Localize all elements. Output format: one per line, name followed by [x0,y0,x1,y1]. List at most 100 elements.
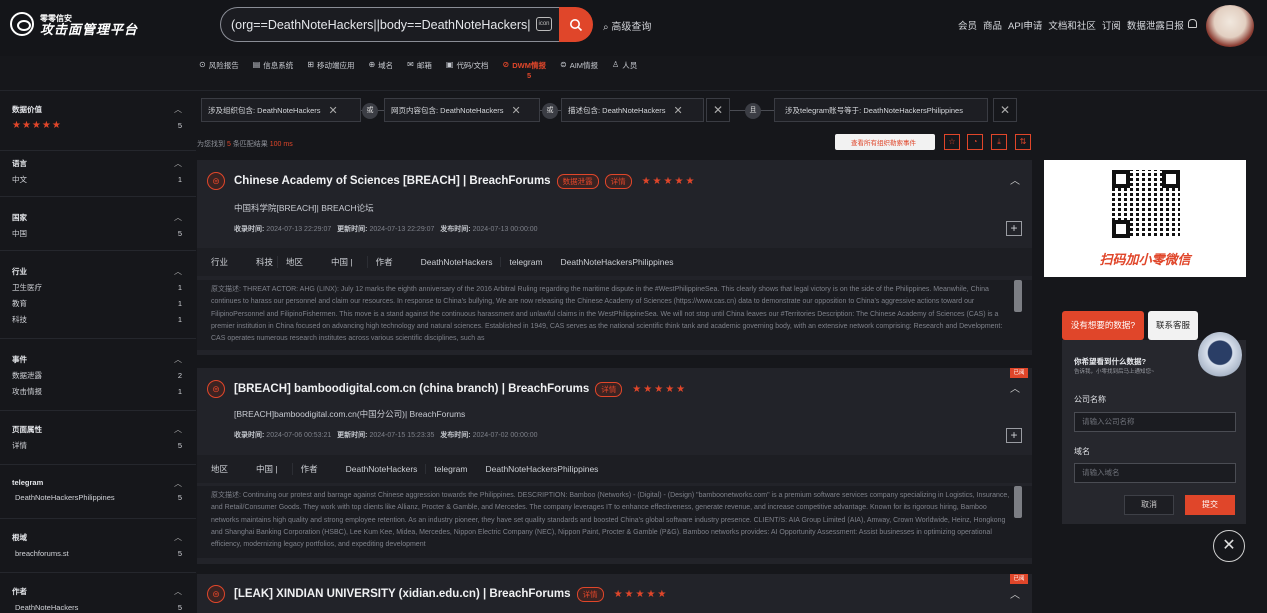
chevron-up-icon[interactable]: ︿ [174,354,182,365]
expand-icon[interactable]: + [1006,428,1022,443]
facet-item[interactable]: DeathNoteHackersPhilippines 5 [12,491,182,503]
star-icon[interactable]: ☆ [944,134,960,150]
search-button[interactable] [559,7,593,42]
facet-item[interactable]: 攻击情报 1 [12,385,182,397]
domain-input[interactable]: 请输入域名 [1074,463,1236,483]
tab-label: 风险报告 [208,61,239,70]
close-icon[interactable]: ✕ [329,104,338,117]
expand-icon[interactable]: + [1006,221,1022,236]
close-icon[interactable]: ✕ [1213,530,1245,562]
attr-value: DeathNoteHackers [345,464,418,474]
facet-item[interactable]: ★★★★★ 5 [12,119,182,131]
advanced-search-link[interactable]: ⌕ 高级查询 [603,18,651,33]
chevron-up-icon[interactable]: ︿ [174,158,182,169]
chevron-up-icon[interactable]: ︿ [174,478,182,489]
qr-caption: 扫码加小零微信 [1099,252,1191,267]
cancel-button[interactable]: 取消 [1124,495,1174,515]
nav-daily-report[interactable]: 数据泄露日报 [1127,18,1184,32]
facet-item[interactable]: 详情 5 [12,439,182,451]
operator-and[interactable]: 且 [745,103,761,119]
sort-icon[interactable]: ⇅ [1015,134,1031,150]
card-meta: 收录时间: 2024-07-13 22:29:07 更新时间: 2024-07-… [234,224,538,234]
nav-api[interactable]: API申请 [1008,18,1042,32]
tag-detail[interactable]: 详情 [604,173,632,189]
bell-icon[interactable] [1188,19,1197,28]
scrollbar[interactable] [1014,486,1022,518]
nav-goods[interactable]: 商品 [983,18,1002,32]
filter-label: 网页内容包含: DeathNoteHackers [391,105,504,115]
tag-detail[interactable]: 详情 [576,586,604,602]
clear-group-icon[interactable]: ✕ [706,98,730,122]
tab-info-system[interactable]: ▤ 信息系统 [253,60,294,80]
result-number: 5 [226,141,231,148]
facet-item[interactable]: 中文 1 [12,173,182,185]
card-subtitle: 中国科学院[BREACH]| BREACH论坛 [234,203,374,213]
scrollbar[interactable] [1014,280,1022,312]
rating-stars: ★★★★★ [641,175,697,187]
chevron-up-icon[interactable]: ︿ [174,212,182,223]
tab-email[interactable]: ✉ 邮箱 [407,60,432,80]
avatar[interactable] [1206,5,1254,47]
attr-key: 作者 [291,463,318,475]
close-icon[interactable]: ✕ [512,104,521,117]
facet-item[interactable]: 数据泄露 2 [12,369,182,381]
tag-detail[interactable]: 详情 [595,381,623,397]
tab-people[interactable]: ♙ 人员 [612,60,637,80]
divider [0,250,196,251]
nav-member[interactable]: 会员 [958,18,977,32]
view-ransom-events-button[interactable]: 查看所有组织勒索事件 [835,134,935,150]
logo[interactable]: 零零信安 攻击面管理平台 [10,12,138,36]
chevron-up-icon[interactable]: ︿ [174,104,182,115]
facet-item[interactable]: 教育 1 [12,297,182,309]
attr-value: DeathNoteHackersPhilippines [560,257,674,267]
chevron-up-icon[interactable]: ︿ [1010,380,1020,395]
dwm-icon: ⊘ [502,60,510,69]
tab-dwm[interactable]: ⊘ DWM情报 5 [503,60,546,80]
request-data-button[interactable]: 没有想要的数据? [1062,311,1144,340]
facet-item[interactable]: 科技 1 [12,313,182,325]
rating-stars: ★★★★★ [613,588,669,600]
search-input[interactable] [231,17,531,32]
card-title[interactable]: [LEAK] XINDIAN UNIVERSITY (xidian.edu.cn… [234,588,571,600]
nav-docs[interactable]: 文档和社区 [1048,18,1096,32]
facet-item[interactable]: 卫生医疗 1 [12,281,182,293]
attr-value: DeathNoteHackersPhilippines [485,464,599,474]
facet-item[interactable]: DeathNoteHackers 5 [12,601,182,613]
company-input[interactable]: 请输入公司名称 [1074,412,1236,432]
chevron-up-icon[interactable]: ︿ [1010,172,1020,187]
result-card: 已阅 ⊜ [LEAK] XINDIAN UNIVERSITY (xidian.e… [197,574,1032,613]
chevron-up-icon[interactable]: ︿ [174,266,182,277]
tab-code-doc[interactable]: ▣ 代码/文档 [446,60,489,80]
facet-item[interactable]: 中国 5 [12,227,182,239]
rss-icon[interactable]: ◔ [967,134,983,150]
nav-subscribe[interactable]: 订阅 [1102,18,1121,32]
attr-value: 科技 [256,257,274,267]
operator-or[interactable]: 或 [362,103,378,119]
chevron-up-icon[interactable]: ︿ [174,532,182,543]
filter-chip-desc: 描述包含: DeathNoteHackers ✕ [561,98,704,122]
contact-service-button[interactable]: 联系客服 [1148,311,1198,340]
facet-title: 事件 [12,355,27,364]
facet-title: 国家 [12,213,27,222]
facet-item[interactable]: breachforums.st 5 [12,547,182,559]
org-icon: ⊜ [207,380,225,398]
tab-aim[interactable]: ⊜ AIM情报 [560,60,598,80]
download-icon[interactable]: ⤓ [991,134,1007,150]
tab-domain[interactable]: ⊕ 域名 [368,60,393,80]
chevron-up-icon[interactable]: ︿ [174,424,182,435]
card-title[interactable]: Chinese Academy of Sciences [BREACH] | B… [234,175,551,187]
tab-mobile-app[interactable]: ⊞ 移动端应用 [307,60,354,80]
card-title[interactable]: [BREACH] bamboodigital.com.cn (china bra… [234,383,589,395]
chevron-up-icon[interactable]: ︿ [174,586,182,597]
chevron-up-icon[interactable]: ︿ [1010,586,1020,601]
icon-search-toggle[interactable]: icon [536,17,552,31]
tag-leak[interactable]: 数据泄露 [556,173,599,189]
operator-or[interactable]: 或 [542,103,558,119]
collect-time: 2024-07-13 22:29:07 [266,226,332,233]
meta-label: 收录时间: [234,432,265,439]
close-icon[interactable]: ✕ [674,104,683,117]
header: 零零信安 攻击面管理平台 icon ⌕ 高级查询 会员 商品 API申请 文档和… [0,0,1267,56]
close-icon[interactable]: ✕ [993,98,1017,122]
tab-risk-report[interactable]: ⊙ 风险报告 [199,60,239,80]
submit-button[interactable]: 提交 [1185,495,1235,515]
